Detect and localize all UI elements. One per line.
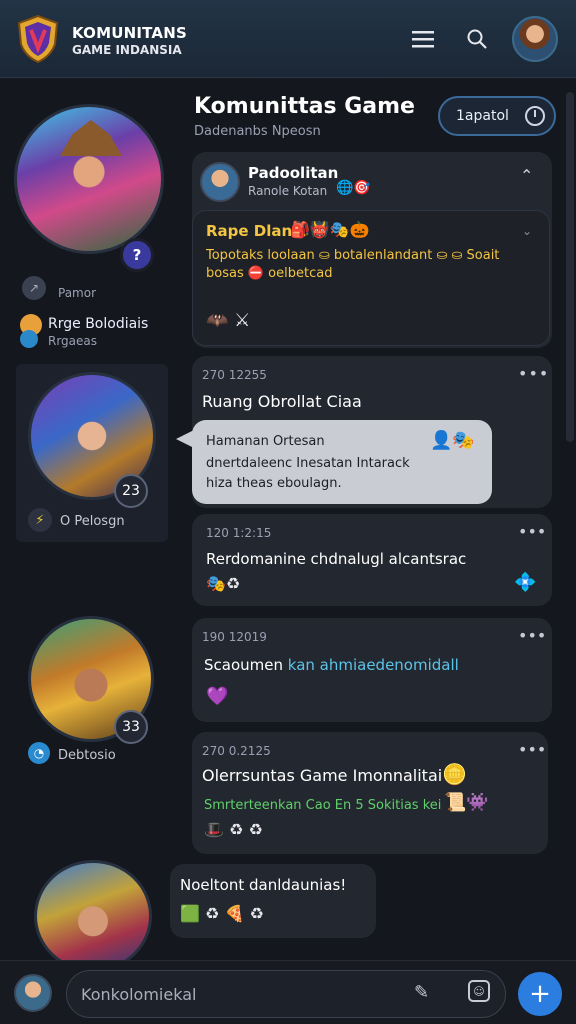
reaction-icons: 🎭♻ [206,574,241,593]
post-title: Olerrsuntas Game Imonnalitai [202,766,443,785]
reaction-icons: 💜 [206,686,229,707]
reaction-icons: 📜👾 [444,792,489,813]
more-icon[interactable]: ••• [518,626,546,645]
link-icon: ↗ [22,276,46,300]
post-timestamp: 270 0.2125 [202,744,271,758]
post-subtitle: Smrterteenkan Cao En 5 Sokitias kei [204,798,442,813]
post-timestamp: 190 12019 [202,630,267,644]
reaction-icons: 🎒👹🎭🎃 [290,220,370,239]
bolt-icon: ⚡ [28,508,52,532]
shield-logo-icon [17,14,59,64]
post-timestamp: 270 12255 [202,368,267,382]
more-icon[interactable]: ••• [518,740,546,759]
more-icon[interactable]: ••• [518,522,546,541]
featured-text-line: Topotaks loolaan ⛀ botalenlandant ⛀ ⛀ So… [206,248,500,263]
more-icon[interactable]: ••• [518,364,549,383]
author-avatar[interactable] [200,162,240,202]
reaction-icons: 🦇 ⚔ [206,310,251,331]
message-input[interactable] [66,970,506,1018]
featured-text-line: bosas ⛔ oelbetcad [206,266,333,281]
reaction-icons: 🎩 ♻ ♻ [204,820,263,839]
my-avatar[interactable] [14,974,52,1012]
profile-status: Rrgaeas [48,334,98,348]
post-title-part: Scaoumen [204,656,288,674]
status-dot-icon [20,330,38,348]
filter-label: 1apatol [456,108,509,124]
post-title: Rerdomanine chdnalugl alcantsrac [206,550,467,568]
filter-button[interactable]: 1apatol [438,96,556,136]
chevron-down-icon[interactable]: ⌄ [522,224,532,238]
member-label: Debtosio [58,748,116,763]
post-title: Scaoumen kan ahmiaedenomidall [204,656,459,674]
bubble-text: dnertdaleenc Inesatan Intarack [206,456,410,471]
user-avatar[interactable] [512,16,558,62]
member-avatar[interactable] [34,860,152,972]
search-button[interactable] [458,22,496,56]
post-title: Ruang Obrollat Ciaa [202,392,362,411]
brand-subtitle: GAME INDANSIA [72,43,182,57]
author-emoji-icons: 🌐🎯 [336,180,371,196]
plus-button[interactable]: + [518,972,562,1016]
clock-icon [524,106,545,126]
page-subtitle: Dadenanbs Npeosn [194,124,321,139]
profile-name: Rrge Bolodiais [48,316,149,332]
brand-title: KOMUNITANS [72,24,187,42]
page-title: Komunittas Game [194,94,415,119]
post-title-link[interactable]: kan ahmiaedenomidall [288,656,459,674]
search-icon [467,29,487,49]
bubble-text: hiza theas eboulagn. [206,476,342,491]
author-name: Padoolitan [248,164,339,182]
bubble-text: Hamanan Ortesan [206,434,325,449]
featured-label: Rape Dlan [206,222,293,240]
profile-meta: Pamor [58,286,97,300]
coin-icon: 🪙 [442,762,467,786]
chevron-up-icon[interactable]: ⌃ [520,166,533,185]
member-badge: 23 [114,474,148,508]
sticker-icon[interactable]: ☺ [468,980,490,1002]
attach-icon[interactable]: ✎ [414,982,429,1003]
profile-badge: ? [120,238,154,272]
author-subtitle: Ranole Kotan [248,184,328,198]
reaction-icons: 🟩 ♻ 🍕 ♻ [180,904,264,923]
post-timestamp: 120 1:2:15 [206,526,272,540]
plus-icon: + [529,979,551,1009]
message-text: Noeltont danldaunias! [180,876,347,894]
ring-icon: ◔ [28,742,50,764]
scrollbar[interactable] [566,92,574,442]
member-label: O Pelosgn [60,514,125,529]
diamond-icon: 💠 [514,572,537,593]
menu-icon [412,31,434,48]
member-badge: 33 [114,710,148,744]
participant-avatar-icons: 👤🎭 [430,430,475,451]
menu-button[interactable] [404,22,442,56]
